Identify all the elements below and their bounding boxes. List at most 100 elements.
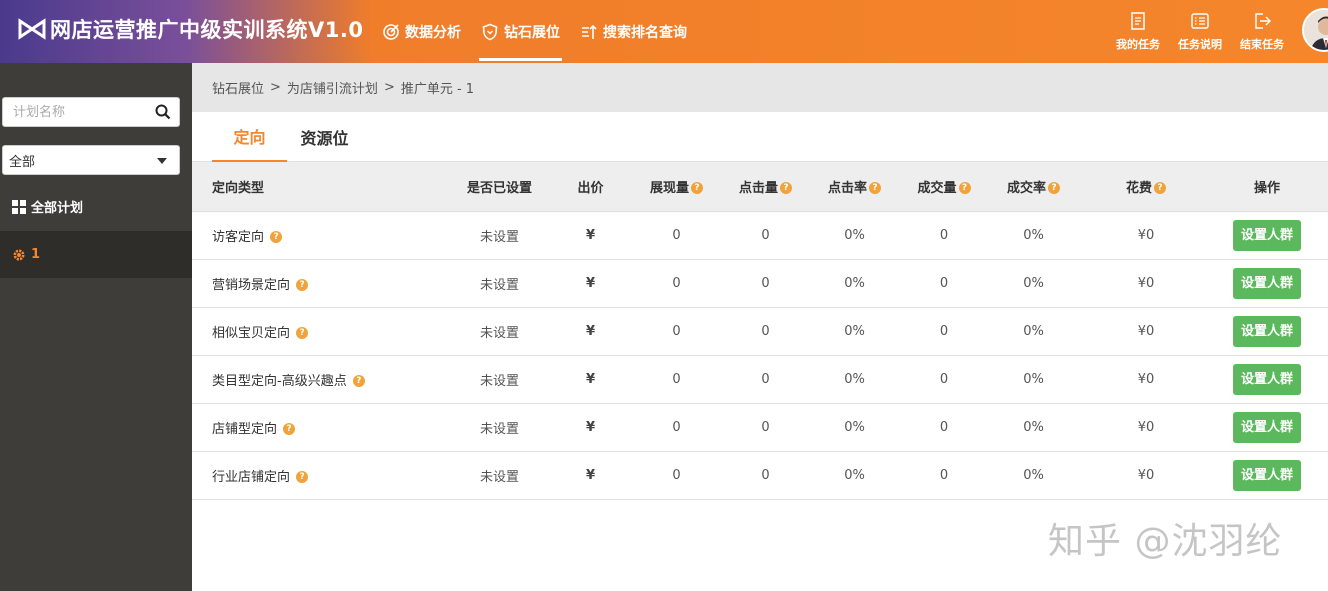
column-header-label: 操作	[1253, 180, 1280, 196]
cell-value: 0	[672, 419, 681, 435]
column-header: 出价	[557, 162, 624, 212]
help-icon[interactable]: ?	[869, 182, 881, 195]
table-row: 营销场景定向 ? 未设置 ¥0 0 0% 0 0% ¥0 设置人群	[192, 259, 1328, 308]
cell-value: 0	[939, 467, 949, 483]
help-icon[interactable]: ?	[352, 375, 365, 387]
set-audience-button[interactable]: 设置人群	[1233, 315, 1301, 347]
table-row: 行业店铺定向 ? 未设置 ¥0 0 0% 0 0% ¥0 设置人群	[192, 451, 1328, 500]
column-header-label: 点击率	[827, 180, 867, 196]
gear-icon	[13, 249, 25, 260]
table-row: 访客定向 ? 未设置 ¥0 0 0% 0 0% ¥0 设置人群	[192, 211, 1328, 260]
nav-diamond-booth[interactable]: 钻石展位	[479, 0, 562, 63]
help-icon[interactable]: ?	[296, 471, 309, 483]
target-icon	[383, 23, 399, 40]
user-avatar-icon	[1304, 10, 1328, 50]
search-icon[interactable]	[155, 104, 171, 120]
set-audience-button[interactable]: 设置人群	[1233, 459, 1301, 491]
cell-value: 0%	[1023, 419, 1044, 435]
sidebar-item-plan-1[interactable]: 1	[0, 231, 192, 278]
cell-cvr: 0%	[981, 259, 1086, 308]
table-body: 访客定向 ? 未设置 ¥0 0 0% 0 0% ¥0 设置人群 营销场景定向 ? 未设置 ¥0 0 0% 0…	[192, 211, 1328, 500]
cell-deals: 0	[907, 355, 981, 404]
help-icon[interactable]: ?	[780, 182, 792, 195]
tool-label: 任务说明	[1178, 38, 1222, 51]
cell-value: 0%	[1023, 467, 1044, 483]
help-icon[interactable]: ?	[296, 327, 309, 339]
set-audience-button[interactable]: 设置人群	[1233, 267, 1301, 299]
help-icon[interactable]: ?	[958, 182, 971, 195]
nav-search-ranking[interactable]: 搜索排名查询	[580, 0, 687, 63]
cell-deals: 0	[907, 451, 981, 500]
cell-clicks: 0	[729, 211, 802, 260]
select-value: 全部	[9, 154, 36, 170]
column-header-label: 展现量	[649, 180, 689, 196]
cell-deals: 0	[907, 403, 981, 452]
targeting-type-label: 营销场景定向	[212, 277, 291, 293]
breadcrumb-item[interactable]: 钻石展位	[212, 78, 264, 97]
cell-value: 0	[672, 275, 681, 291]
column-header-label: 花费	[1125, 180, 1152, 196]
cell-value: 0%	[844, 467, 865, 483]
breadcrumb-item[interactable]: 为店铺引流计划	[287, 78, 378, 97]
cell-clicks: 0	[729, 355, 802, 404]
cell-impressions: 0	[624, 355, 729, 404]
cell-impressions: 0	[624, 259, 729, 308]
tool-nav: 我的任务 任务说明 结束任务	[1108, 0, 1294, 63]
cell-value: 0%	[844, 419, 865, 435]
cell-value: 未设置	[479, 421, 519, 437]
help-icon[interactable]: ?	[1154, 182, 1166, 195]
column-header-label: 成交量	[917, 180, 957, 196]
cell-ctr: 0%	[802, 403, 907, 452]
cell-value: 0	[672, 467, 681, 483]
set-audience-button[interactable]: 设置人群	[1233, 363, 1301, 395]
cell-bid: ¥	[557, 451, 624, 500]
help-icon[interactable]: ?	[283, 423, 296, 435]
cell-clicks: 0	[729, 403, 802, 452]
tab-targeting[interactable]: 定向	[212, 112, 287, 162]
cell-cost: ¥0	[1086, 355, 1206, 404]
help-icon[interactable]: ?	[296, 279, 309, 291]
end-task-button[interactable]: 结束任务	[1232, 0, 1292, 63]
column-header: 成交量?	[907, 162, 981, 212]
help-icon[interactable]: ?	[1048, 182, 1060, 195]
logo-icon	[18, 18, 46, 40]
cell-cvr: 0%	[981, 403, 1086, 452]
cell-value: 0	[939, 419, 949, 435]
sidebar-item-all-plans[interactable]: 全部计划	[0, 183, 192, 230]
cell-set: 未设置	[442, 259, 557, 308]
cell-value: ¥0	[1137, 467, 1155, 483]
help-icon[interactable]: ?	[270, 231, 283, 243]
targeting-type-label: 店铺型定向	[212, 421, 278, 437]
sort-icon	[582, 24, 597, 39]
nav-label: 钻石展位	[504, 24, 560, 41]
plan-filter-select[interactable]: 全部	[2, 145, 180, 175]
set-audience-button[interactable]: 设置人群	[1233, 411, 1301, 443]
cell-bid: ¥	[557, 211, 624, 260]
cell-action: 设置人群	[1206, 307, 1328, 356]
document-icon	[1131, 12, 1145, 30]
grid-icon	[12, 199, 26, 214]
cell-value: 未设置	[479, 229, 519, 245]
cell-deals: 0	[907, 211, 981, 260]
checklist-icon	[1191, 13, 1209, 29]
cell-value: ¥0	[1137, 371, 1155, 387]
nav-data-analysis[interactable]: 数据分析	[382, 0, 461, 63]
sidebar: 全部 全部计划 1	[0, 63, 192, 591]
cell-value: 0%	[1023, 371, 1044, 387]
cell-bid: ¥	[557, 403, 624, 452]
avatar[interactable]	[1302, 8, 1328, 52]
cell-deals: 0	[907, 307, 981, 356]
logo[interactable]: 网店运营推广中级实训系统V1.0	[18, 14, 363, 44]
help-icon[interactable]: ?	[691, 182, 703, 195]
cell-impressions: 0	[624, 403, 729, 452]
breadcrumb-separator: >	[383, 80, 395, 95]
task-description-button[interactable]: 任务说明	[1170, 0, 1230, 63]
cell-set: 未设置	[442, 355, 557, 404]
set-audience-button[interactable]: 设置人群	[1233, 219, 1301, 251]
column-header: 点击量?	[729, 162, 802, 212]
cell-cvr: 0%	[981, 307, 1086, 356]
plan-search-input[interactable]	[3, 98, 143, 126]
cell-value: 未设置	[479, 373, 519, 389]
my-tasks-button[interactable]: 我的任务	[1108, 0, 1168, 63]
tab-resource-slots[interactable]: 资源位	[287, 112, 362, 162]
